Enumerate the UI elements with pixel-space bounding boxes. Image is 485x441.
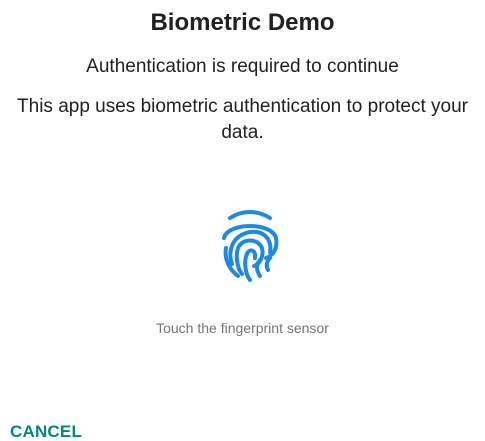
biometric-dialog: Biometric Demo Authentication is require… — [0, 0, 485, 441]
dialog-subtitle: Authentication is required to continue — [86, 56, 399, 77]
cancel-button[interactable]: CANCEL — [8, 422, 84, 441]
fingerprint-hint: Touch the fingerprint sensor — [156, 320, 329, 336]
dialog-title: Biometric Demo — [150, 9, 335, 36]
dialog-description: This app uses biometric authentication t… — [17, 96, 468, 143]
fingerprint-icon[interactable] — [218, 208, 282, 284]
